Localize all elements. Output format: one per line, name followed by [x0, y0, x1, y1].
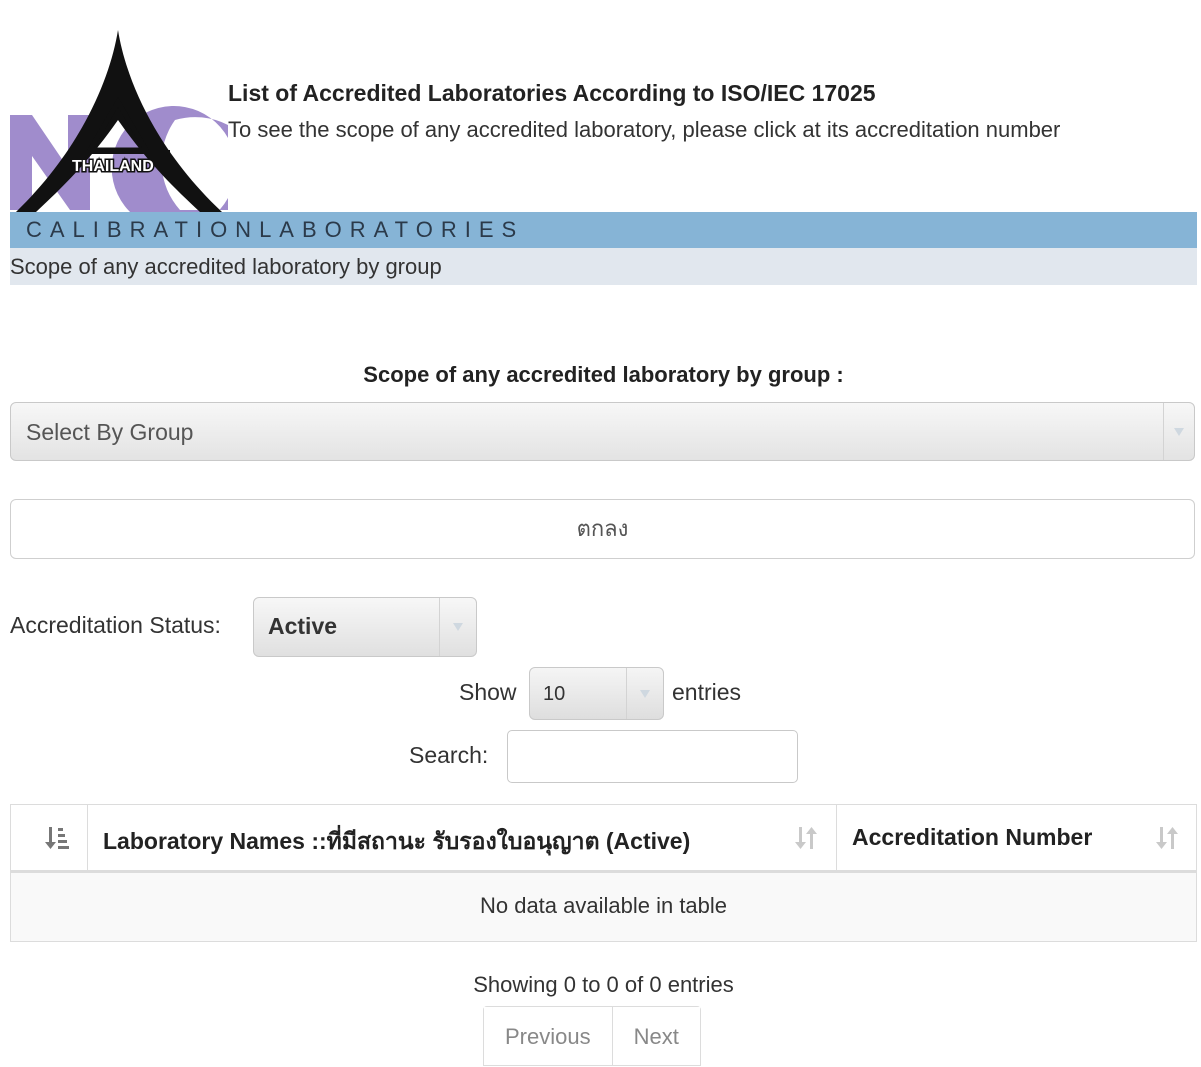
svg-text:THAILAND: THAILAND	[72, 158, 154, 175]
entries-label: entries	[672, 679, 742, 705]
column-header-label: Laboratory Names ::ที่มีสถานะ รับรองใบอน…	[103, 828, 691, 854]
chevron-down-icon	[453, 623, 463, 631]
section-subband: Scope of any accredited laboratory by gr…	[10, 248, 1197, 285]
entries-select[interactable]: 10	[529, 667, 664, 720]
table-row: No data available in table	[11, 873, 1196, 941]
sort-icon	[795, 827, 817, 849]
status-select-value: Active	[268, 613, 338, 639]
nac-thailand-logo: THAILAND	[10, 10, 230, 230]
table-header: Laboratory Names ::ที่มีสถานะ รับรองใบอน…	[11, 805, 1196, 873]
chevron-down-icon	[1174, 427, 1184, 436]
group-select-toggle[interactable]	[1163, 403, 1194, 460]
status-select[interactable]: Active	[253, 597, 477, 657]
sort-ascending-icon	[45, 827, 69, 849]
search-label: Search:	[409, 742, 489, 768]
status-select-toggle[interactable]	[439, 598, 476, 656]
submit-button[interactable]: ตกลง	[10, 499, 1195, 559]
section-title: CALIBRATIONLABORATORIES	[26, 217, 525, 242]
next-button[interactable]: Next	[611, 1007, 700, 1065]
laboratories-table: Laboratory Names ::ที่มีสถานะ รับรองใบอน…	[10, 804, 1197, 942]
sort-icon	[1156, 827, 1178, 849]
empty-table-message: No data available in table	[479, 893, 728, 918]
section-band: CALIBRATIONLABORATORIES	[10, 212, 1197, 248]
column-header-accreditation-number[interactable]: Accreditation Number	[837, 805, 1196, 870]
group-select[interactable]: Select By Group	[10, 402, 1195, 461]
column-header-label: Accreditation Number	[852, 824, 1093, 850]
table-info: Showing 0 to 0 of 0 entries	[473, 972, 734, 997]
entries-select-value: 10	[543, 683, 566, 705]
chevron-down-icon	[640, 689, 650, 698]
show-label: Show	[459, 679, 517, 705]
page-title: List of Accredited Laboratories Accordin…	[228, 80, 876, 106]
page-subtitle: To see the scope of any accredited labor…	[228, 117, 1061, 142]
section-subtitle: Scope of any accredited laboratory by gr…	[10, 254, 442, 279]
column-header-index[interactable]	[11, 805, 88, 870]
previous-button[interactable]: Previous	[484, 1007, 612, 1065]
group-select-value: Select By Group	[26, 419, 194, 445]
pagination: Previous Next	[483, 1006, 701, 1066]
entries-select-toggle[interactable]	[626, 668, 663, 719]
group-filter-label: Scope of any accredited laboratory by gr…	[363, 362, 844, 387]
search-input[interactable]	[507, 730, 798, 783]
status-filter-label: Accreditation Status:	[10, 612, 221, 638]
column-header-laboratory-names[interactable]: Laboratory Names ::ที่มีสถานะ รับรองใบอน…	[88, 805, 837, 870]
